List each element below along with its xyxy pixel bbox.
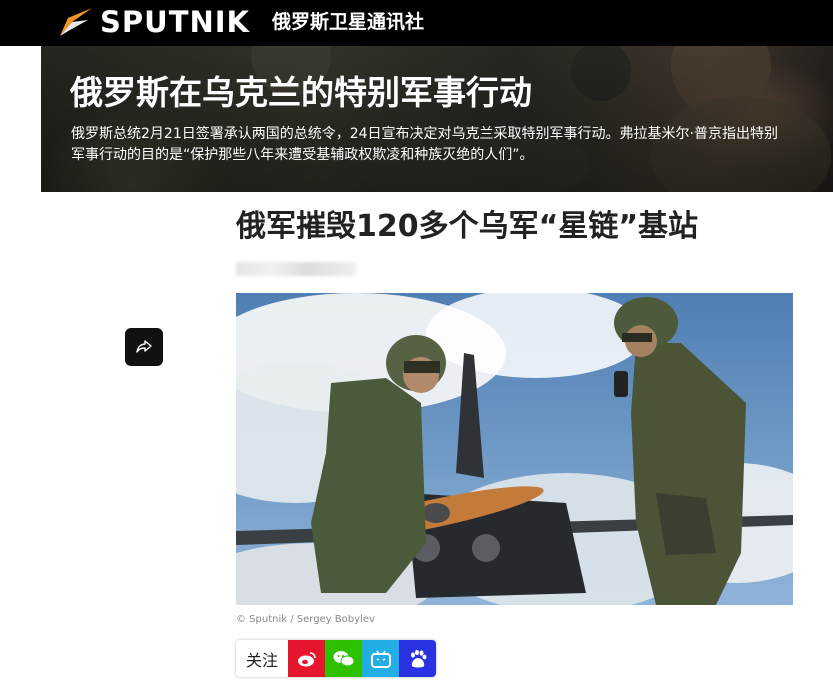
brand-tagline: 俄罗斯卫星通讯社 (272, 11, 425, 33)
banner-description: 俄罗斯总统2月21日签署承认两国的总统令，24日宣布决定对乌克兰采取特别军事行动… (71, 126, 778, 163)
article-image (236, 293, 793, 605)
image-caption: © Sputnik / Sergey Bobylev (236, 614, 375, 625)
follow-bar: 关注 (236, 640, 436, 677)
brand-name[interactable]: SPUTNIK (100, 4, 250, 40)
bilibili-button[interactable] (362, 640, 399, 677)
wechat-icon (333, 650, 354, 666)
topic-banner[interactable]: 俄罗斯在乌克兰的特别军事行动 俄罗斯总统2月21日签署承认两国的总统令，24日宣… (41, 46, 833, 192)
weibo-button[interactable] (288, 640, 325, 677)
follow-label: 关注 (236, 640, 288, 677)
baidu-icon (410, 649, 426, 667)
article-title: 俄军摧毁120多个乌军“星链”基站 (236, 209, 699, 244)
bilibili-icon (370, 650, 391, 668)
top-header-bar: SPUTNIK 俄罗斯卫星通讯社 (0, 0, 833, 46)
share-button[interactable] (125, 328, 163, 366)
weibo-icon (297, 651, 316, 666)
banner-title[interactable]: 俄罗斯在乌克兰的特别军事行动 (70, 72, 532, 114)
sputnik-logo-icon[interactable] (58, 6, 94, 38)
baidu-button[interactable] (399, 640, 436, 677)
article-date (236, 262, 356, 276)
wechat-button[interactable] (325, 640, 362, 677)
share-arrow-icon (136, 340, 152, 353)
soldiers-drone-photo (236, 293, 793, 605)
